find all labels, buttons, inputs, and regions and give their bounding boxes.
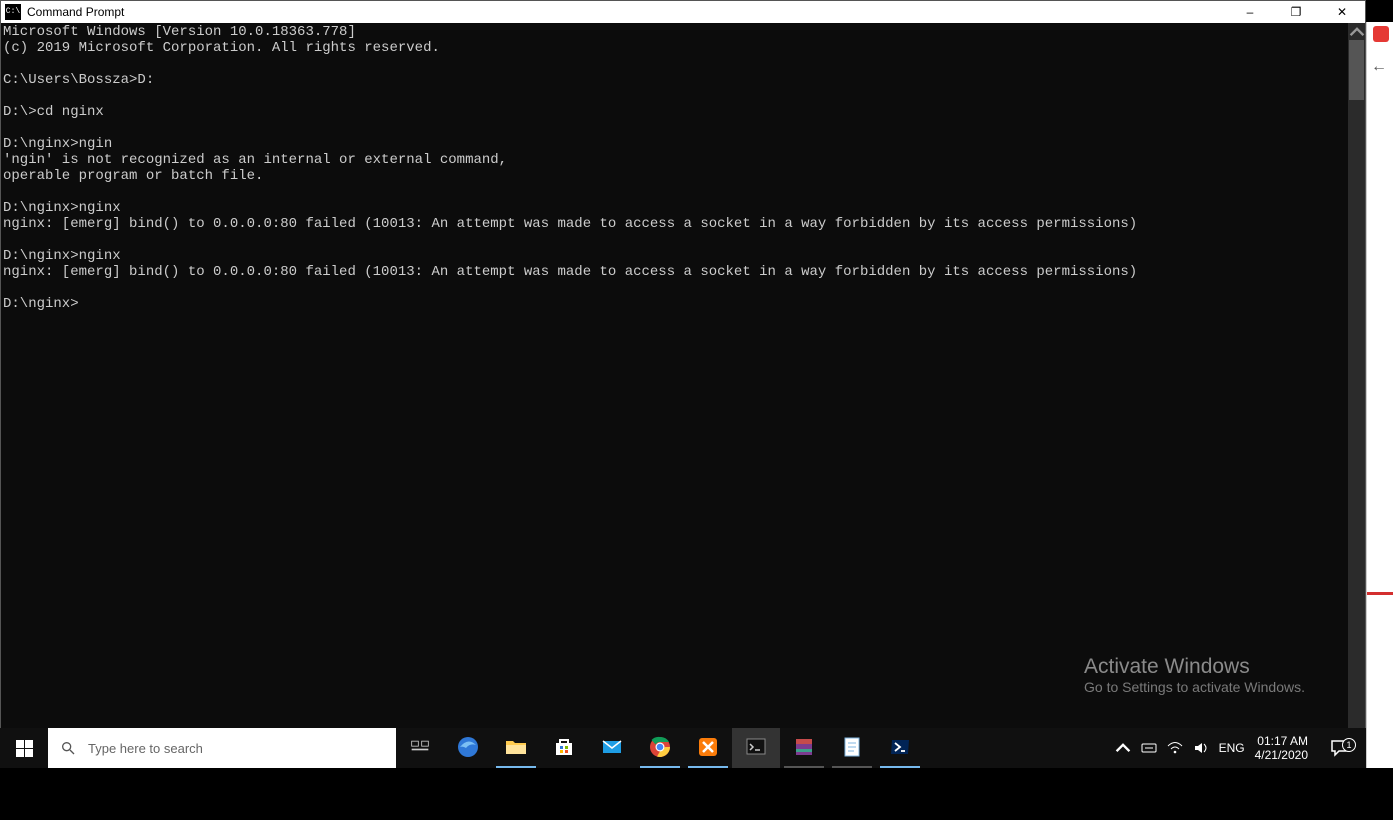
vertical-scrollbar[interactable] <box>1348 23 1365 767</box>
title-bar[interactable]: C:\ Command Prompt – ❐ ✕ <box>1 1 1365 23</box>
adjacent-window-sliver: ← <box>1366 22 1393 768</box>
close-button[interactable]: ✕ <box>1319 1 1365 23</box>
command-prompt-window: C:\ Command Prompt – ❐ ✕ Microsoft Windo… <box>0 0 1366 768</box>
taskbar-app-chrome[interactable] <box>636 728 684 768</box>
start-button[interactable] <box>0 728 48 768</box>
taskbar-search[interactable]: Type here to search <box>48 728 396 768</box>
taskbar-app-file-explorer[interactable] <box>492 728 540 768</box>
taskbar-app-edge[interactable] <box>444 728 492 768</box>
tray-chevron-up-icon[interactable] <box>1115 740 1131 756</box>
tray-ime-icon[interactable] <box>1141 740 1157 756</box>
adjacent-window-red-icon <box>1373 26 1389 42</box>
system-tray: ENG 01:17 AM 4/21/2020 1 <box>1105 728 1366 768</box>
powershell-icon <box>888 735 912 762</box>
taskbar-app-winrar[interactable] <box>780 728 828 768</box>
tray-date: 4/21/2020 <box>1255 748 1308 762</box>
file-explorer-icon <box>504 735 528 762</box>
taskbar-app-task-view[interactable] <box>396 728 444 768</box>
close-icon: ✕ <box>1337 5 1347 19</box>
xampp-icon <box>696 735 720 762</box>
taskbar: Type here to search ENG 01:17 AM 4/21/20… <box>0 728 1366 768</box>
minimize-button[interactable]: – <box>1227 1 1273 23</box>
search-icon <box>60 740 76 756</box>
adjacent-window-red-line <box>1367 592 1393 595</box>
minimize-icon: – <box>1247 5 1254 19</box>
task-view-icon <box>410 737 430 760</box>
scrollbar-thumb[interactable] <box>1349 40 1364 100</box>
letterbox-bottom <box>0 768 1393 820</box>
notification-badge: 1 <box>1342 738 1356 752</box>
tray-clock[interactable]: 01:17 AM 4/21/2020 <box>1255 734 1308 762</box>
window-title: Command Prompt <box>27 5 124 19</box>
terminal-output[interactable]: Microsoft Windows [Version 10.0.18363.77… <box>1 23 1348 767</box>
scrollbar-track[interactable] <box>1348 40 1365 750</box>
chrome-icon <box>648 735 672 762</box>
taskbar-app-command-prompt[interactable] <box>732 728 780 768</box>
taskbar-app-notepad[interactable] <box>828 728 876 768</box>
tray-language[interactable]: ENG <box>1219 741 1245 755</box>
edge-icon <box>456 735 480 762</box>
action-center-button[interactable]: 1 <box>1318 738 1362 758</box>
taskbar-app-xampp[interactable] <box>684 728 732 768</box>
maximize-icon: ❐ <box>1291 5 1302 19</box>
winrar-icon <box>792 735 816 762</box>
command-prompt-icon <box>744 735 768 762</box>
notepad-icon <box>840 735 864 762</box>
cmd-title-icon: C:\ <box>5 4 21 20</box>
search-placeholder: Type here to search <box>88 741 203 756</box>
tray-volume-icon[interactable] <box>1193 740 1209 756</box>
adjacent-window-back-icon: ← <box>1371 58 1387 76</box>
mail-icon <box>600 735 624 762</box>
taskbar-app-microsoft-store[interactable] <box>540 728 588 768</box>
maximize-button[interactable]: ❐ <box>1273 1 1319 23</box>
microsoft-store-icon <box>552 735 576 762</box>
tray-wifi-icon[interactable] <box>1167 740 1183 756</box>
taskbar-app-powershell[interactable] <box>876 728 924 768</box>
windows-logo-icon <box>16 740 33 757</box>
tray-time: 01:17 AM <box>1255 734 1308 748</box>
taskbar-app-mail[interactable] <box>588 728 636 768</box>
scroll-up-button[interactable] <box>1348 23 1365 40</box>
